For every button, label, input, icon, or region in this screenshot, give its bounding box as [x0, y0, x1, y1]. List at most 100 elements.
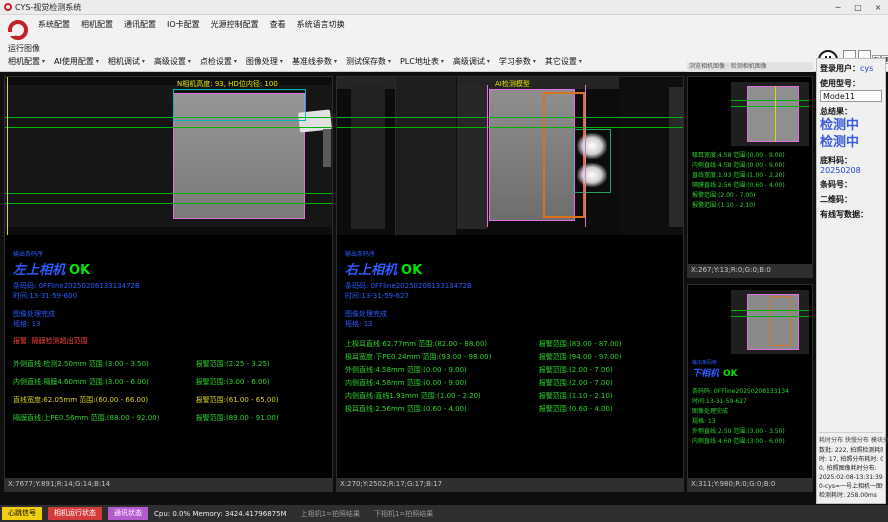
camera-image-left[interactable]: N相机高度: 93, HD位内径: 100 [5, 77, 332, 235]
measure-line [731, 310, 809, 311]
camera-panel-left: N相机高度: 93, HD位内径: 100 输出条码序 左上相机OK 条码码: … [4, 76, 333, 492]
measurement-row: 外侧直线:检测2.50mm 范围:(3.00 - 3.50)报警范围:(2.25… [13, 355, 328, 373]
result-status: OK [69, 263, 90, 278]
menu-item-view[interactable]: 查看 [270, 19, 286, 30]
measure-line [731, 100, 809, 101]
process-status-text: 图像处理完成 [345, 309, 679, 319]
maximize-button[interactable]: □ [848, 0, 868, 15]
toolbar-item-advanced-settings[interactable]: 高级设置▾ [154, 56, 191, 67]
measurement-row: 内侧直线:4.58mm 范围:(0.00 - 9.00)报警范围:(2.00 -… [345, 377, 679, 390]
toolbar-item-ai-config[interactable]: AI使用配置▾ [54, 56, 99, 67]
login-user-label: 登录用户： [820, 63, 860, 74]
toolbar-item-baseline-params[interactable]: 基准线参数▾ [292, 56, 337, 67]
menu-item-system-config[interactable]: 系统配置 [38, 19, 70, 30]
measurement-row: 上极耳直线:62.77mm 范围:(82.00 - 88.00)报警范围:(83… [345, 338, 679, 351]
result-status: OK [401, 263, 422, 278]
app-statusbar: 心跳信号 相机运行状态 通讯状态 Cpu: 0.0% Memory: 3424.… [0, 505, 888, 522]
menu-item-light-config[interactable]: 光源控制配置 [211, 19, 259, 30]
right-sidebar: 登录用户：cys 使用型号： Mode11 总结果： 检测中 检测中 底料码： … [816, 58, 886, 504]
window-title: CYS-视觉检测系统 [15, 2, 81, 13]
barcode-output-label: 输出条码序 [692, 359, 738, 366]
toolbar: 相机配置▾ AI使用配置▾ 相机调试▾ 高级设置▾ 点检设置▾ 图像处理▾ 基准… [8, 56, 582, 67]
image-overlay-text: N相机高度: 93, HD位内径: 100 [177, 79, 278, 89]
stats-tabs[interactable]: 耗时分布 快慢分布 模块分布 [819, 435, 883, 444]
measurement-text: 直线宽度:1.93 范围:(1.00 - 2.20) [692, 171, 810, 181]
toolbar-item-test-save[interactable]: 测试保存数▾ [346, 56, 391, 67]
camera-panel-small-top: 极耳宽度:4.58 范围:(0.00 - 9.00) 内侧直线:4.58 范围:… [687, 76, 813, 278]
reference-line-vertical [585, 85, 586, 227]
measurement-text: 外侧直线:检测2.50mm 范围:(3.00 - 3.50) [13, 355, 196, 373]
toolbar-item-label: 图像处理 [246, 56, 278, 67]
measurement-list: 极耳宽度:4.58 范围:(0.00 - 9.00) 内侧直线:4.58 范围:… [692, 151, 810, 211]
camera-image-right[interactable]: AI检测模型 [337, 77, 683, 235]
time-text: 时间:13-31-59-600 [13, 291, 328, 301]
toolbar-item-advanced-debug[interactable]: 高级调试▾ [453, 56, 490, 67]
camera1-result-text: 上相机1=拍照结果 [301, 509, 360, 519]
camera-name: 左上相机 [13, 263, 65, 278]
measurement-list: 上极耳直线:62.77mm 范围:(82.00 - 88.00)报警范围:(83… [345, 338, 679, 416]
process-status-text: 图像处理完成 [13, 309, 328, 319]
pixel-coordinate-bar: X:7677;Y:891;R:14;G:14;B:14 [5, 478, 332, 491]
measurement-text: 外侧直线:2.50 范围:(3.00 - 3.50) [692, 427, 810, 437]
reference-line-vertical [7, 77, 8, 235]
measurement-text: 报警范围:(2.00 - 7.00) [692, 191, 810, 201]
tab-run-image[interactable]: 运行图像 [8, 43, 40, 54]
camera-panel-small-bottom: 输出条码序 下相机OK 条码码: 0FFline20250208133134 时… [687, 284, 813, 492]
measurement-text: 隔膜直线:上PE0.56mm 范围:(88.00 - 92.00) [13, 409, 196, 427]
toolbar-item-plc-address[interactable]: PLC地址表▾ [400, 56, 444, 67]
chevron-down-icon: ▾ [142, 58, 145, 65]
write-data-label: 有线写数据： [820, 209, 882, 220]
cpu-memory-text: Cpu: 0.0% Memory: 3424.41796875M [154, 510, 287, 518]
measurement-text: 内侧直线:4.58 范围:(0.00 - 9.00) [692, 161, 810, 171]
toolbar-item-label: 高级设置 [154, 56, 186, 67]
toolbar-item-label: 点检设置 [200, 56, 232, 67]
toolbar-item-camera-debug[interactable]: 相机调试▾ [108, 56, 145, 67]
camera-thumbnail-top[interactable] [731, 82, 809, 146]
measurement-text: 极耳宽度:4.58 范围:(0.00 - 9.00) [692, 151, 810, 161]
pixel-coordinate-bar: X:270;Y:2502;R:17;G:17;B:17 [337, 478, 683, 491]
image-view-mode-bar[interactable]: 浏览相机图像 · 检测相机图像 [687, 62, 813, 72]
pixel-coordinate-bar: X:311;Y:980;R:0;G:0;B:0 [688, 478, 812, 491]
toolbar-item-label: 基准线参数 [292, 56, 332, 67]
menu-bar: 系统配置 相机配置 通讯配置 IO卡配置 光源控制配置 查看 系统语言切换 [38, 19, 345, 30]
toolbar-item-label: 相机配置 [8, 56, 40, 67]
spec-text: 规格: 13 [345, 319, 679, 329]
measurement-row: 内侧直线:隔膜4.60mm 范围:(3.00 - 6.00)报警范围:(3.00… [13, 373, 328, 391]
pixel-coordinate-bar: X:267;Y:13;R:0;G:0;B:0 [688, 264, 812, 277]
alarm-range-text: 报警范围:(2.00 - 7.00) [539, 364, 679, 377]
measurement-list: 条码码: 0FFline20250208133134 时间:13-31-59-6… [692, 387, 810, 447]
stats-line: 2025:02:08-13:31:39:40 [819, 473, 883, 482]
toolbar-item-spot-check[interactable]: 点检设置▾ [200, 56, 237, 67]
camera2-result-text: 下相机1=拍照结果 [374, 509, 433, 519]
toolbar-item-learn-params[interactable]: 学习参数▾ [499, 56, 536, 67]
menu-item-comm-config[interactable]: 通讯配置 [124, 19, 156, 30]
ai-detect-box [771, 296, 791, 346]
menu-item-camera-config[interactable]: 相机配置 [81, 19, 113, 30]
total-result-label: 总结果： [820, 106, 882, 117]
result-text-right: 输出条码序 右上相机OK 条码码: 0FFline202502081331347… [345, 249, 679, 416]
model-input[interactable]: Mode11 [820, 90, 882, 102]
toolbar-item-label: 学习参数 [499, 56, 531, 67]
measure-line [731, 106, 809, 107]
minimize-button[interactable]: ─ [828, 0, 848, 15]
menu-item-language-switch[interactable]: 系统语言切换 [297, 19, 345, 30]
camera-name: 下相机 [692, 369, 719, 379]
close-button[interactable]: × [868, 0, 888, 15]
toolbar-item-image-process[interactable]: 图像处理▾ [246, 56, 283, 67]
alarm-range-text: 报警范围:(94.00 - 97.00) [539, 351, 679, 364]
menu-item-io-config[interactable]: IO卡配置 [167, 19, 200, 30]
camera-thumbnail-bottom[interactable] [731, 290, 809, 354]
spec-text: 规格: 13 [13, 319, 328, 329]
barcode-number-label: 条码号： [820, 179, 882, 190]
stats-line: 0, 拍照图像耗时分布: [819, 464, 883, 473]
toolbar-item-camera-config[interactable]: 相机配置▾ [8, 56, 45, 67]
measurement-text: 报警范围:(1.10 - 2.10) [692, 201, 810, 211]
material-code-value: 20250208 [820, 166, 882, 175]
measurement-row: 外侧直线:4.58mm 范围:(0.00 - 9.00)报警范围:(2.00 -… [345, 364, 679, 377]
app-window: CYS-视觉检测系统 ─ □ × 系统配置 相机配置 通讯配置 IO卡配置 光源… [0, 0, 888, 522]
toolbar-item-other-settings[interactable]: 其它设置▾ [545, 56, 582, 67]
camera-name: 右上相机 [345, 263, 397, 278]
toolbar-item-label: 测试保存数 [346, 56, 386, 67]
chevron-down-icon: ▾ [334, 58, 337, 65]
measurement-text: 规格: 13 [692, 417, 810, 427]
